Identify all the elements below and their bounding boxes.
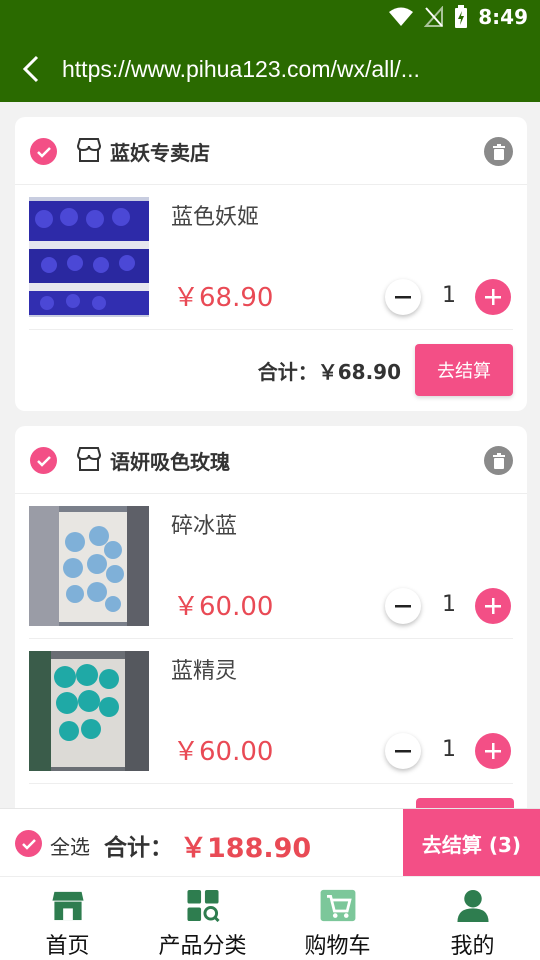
quantity-value: 1 [442,283,456,308]
shop-name[interactable]: 语妍吸色玫瑰 [110,446,230,475]
cart-item: 蓝色妖姬 ￥68.90 1 [29,185,513,330]
product-image[interactable] [29,651,149,771]
tab-label: 购物车 [304,934,371,959]
browser-header: https://www.pihua123.com/wx/all/... [0,36,540,102]
store-icon [51,891,84,921]
battery-charging-icon [455,5,468,28]
increase-button[interactable] [475,279,511,315]
check-icon [36,455,51,467]
user-icon [456,889,489,922]
select-all-label[interactable]: 全选 [50,831,90,860]
status-time: 8:49 [478,5,528,29]
tab-label: 首页 [45,934,90,959]
page-url: https://www.pihua123.com/wx/all/... [62,55,420,82]
increase-button[interactable] [475,733,511,769]
shop-card: 语妍吸色玫瑰 碎冰蓝 ￥60.00 1 蓝精灵 ￥60.00 1 [15,426,527,826]
store-icon [77,447,101,471]
tab-label: 我的 [450,934,495,959]
total-label: 合计： [104,835,173,861]
cart-item: 碎冰蓝 ￥60.00 1 [29,494,513,639]
tab-label: 产品分类 [158,934,247,959]
tab-cart[interactable]: 购物车 [270,877,405,960]
no-signal-icon [424,6,444,27]
plus-icon [485,598,501,614]
minus-icon [395,605,411,608]
checkout-all-button[interactable]: 去结算 (3) [403,809,540,877]
decrease-button[interactable] [385,733,421,769]
plus-icon [485,289,501,305]
quantity-stepper: 1 [385,588,513,626]
check-icon [21,838,36,850]
store-icon [77,138,101,162]
shop-header: 语妍吸色玫瑰 [15,426,527,494]
shop-total: 合计：￥68.90 [258,356,401,385]
total-value: ￥188.90 [180,833,312,864]
product-image[interactable] [29,506,149,626]
quantity-value: 1 [442,737,456,762]
delete-shop-button[interactable] [484,137,513,166]
minus-icon [395,296,411,299]
product-name[interactable]: 蓝精灵 [171,653,237,685]
shop-card: 蓝妖专卖店 蓝色妖姬 ￥68.90 1 合计：￥68.90 去结算 [15,117,527,411]
shop-checkout-button[interactable]: 去结算 [415,344,513,396]
wifi-icon [389,7,414,26]
decrease-button[interactable] [385,279,421,315]
select-all-checkbox[interactable] [15,830,42,857]
bottom-tabbar: 首页 产品分类 购物车 我的 [0,876,540,960]
product-price: ￥60.00 [173,592,274,622]
product-price: ￥68.90 [173,283,274,313]
trash-icon [492,143,505,160]
check-icon [36,146,51,158]
trash-icon [492,452,505,469]
shop-checkbox[interactable] [30,447,57,474]
product-price: ￥60.00 [173,737,274,767]
product-name[interactable]: 蓝色妖姬 [171,199,259,231]
status-bar: 8:49 [0,0,540,36]
quantity-value: 1 [442,592,456,617]
decrease-button[interactable] [385,588,421,624]
delete-shop-button[interactable] [484,446,513,475]
product-image[interactable] [29,197,149,317]
increase-button[interactable] [475,588,511,624]
shop-checkbox[interactable] [30,138,57,165]
category-icon [186,889,220,922]
shop-name[interactable]: 蓝妖专卖店 [110,137,210,166]
back-button[interactable] [0,36,62,102]
shop-total-value: ￥68.90 [317,360,401,384]
shop-header: 蓝妖专卖店 [15,117,527,185]
cart-item: 蓝精灵 ￥60.00 1 [29,639,513,784]
tab-category[interactable]: 产品分类 [135,877,270,960]
plus-icon [485,743,501,759]
chevron-left-icon [22,55,39,83]
tab-home[interactable]: 首页 [0,877,135,960]
cart-summary-bar: 全选 合计： ￥188.90 去结算 (3) [0,808,540,877]
product-name[interactable]: 碎冰蓝 [171,508,237,540]
cart-icon [320,889,355,922]
quantity-stepper: 1 [385,279,513,317]
shop-total-label: 合计： [257,360,318,384]
quantity-stepper: 1 [385,733,513,771]
tab-profile[interactable]: 我的 [405,877,540,960]
shop-footer: 合计：￥68.90 去结算 [15,330,527,410]
minus-icon [395,750,411,753]
